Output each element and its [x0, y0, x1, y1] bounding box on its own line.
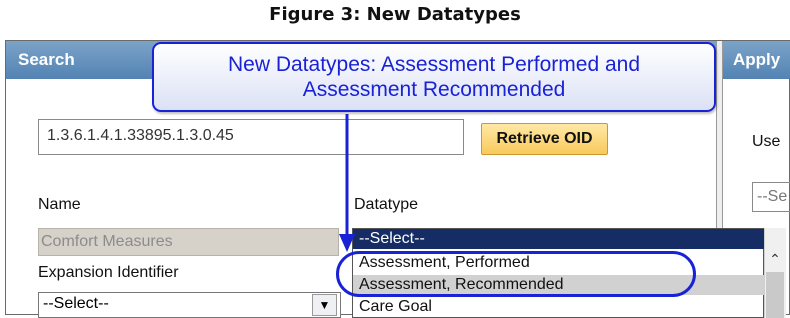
highlight-oval — [336, 251, 696, 297]
